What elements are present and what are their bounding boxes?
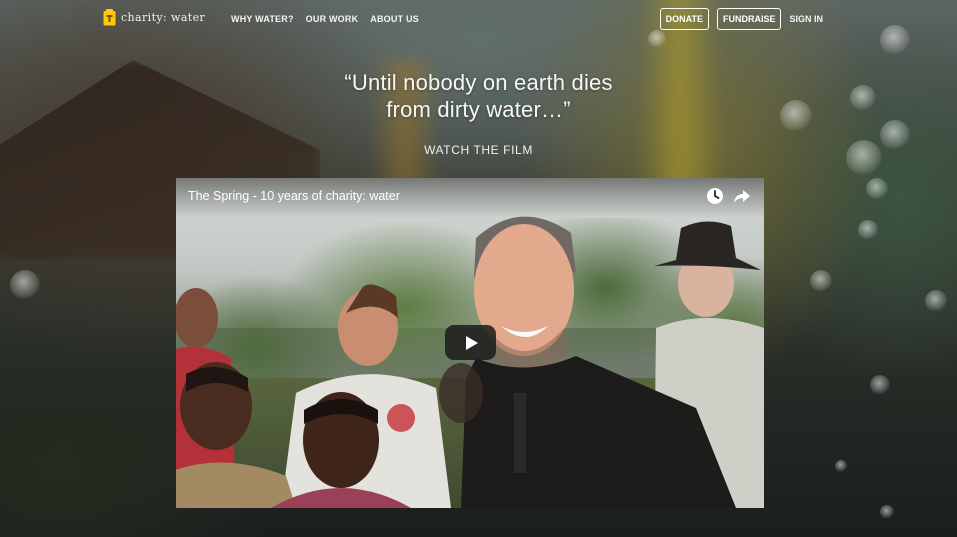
video-title[interactable]: The Spring - 10 years of charity: water [188, 189, 400, 203]
watch-film-link[interactable]: WATCH THE FILM [0, 143, 957, 157]
brand-logo[interactable]: charity: water [103, 9, 205, 26]
brand-name: charity: water [121, 11, 206, 24]
nav-link-about-us[interactable]: ABOUT US [370, 14, 419, 24]
jerry-can-icon [103, 9, 116, 26]
top-navigation: charity: water WHY WATER? OUR WORK ABOUT… [0, 0, 957, 38]
primary-nav: WHY WATER? OUR WORK ABOUT US [231, 14, 419, 24]
share-icon[interactable] [733, 187, 751, 205]
hero-quote-line-2: from dirty water…” [386, 97, 571, 122]
nav-link-why-water[interactable]: WHY WATER? [231, 14, 294, 24]
hero-quote-line-1: “Until nobody on earth dies [344, 70, 613, 95]
play-icon[interactable] [445, 325, 496, 360]
nav-link-our-work[interactable]: OUR WORK [306, 14, 359, 24]
donate-button[interactable]: DONATE [659, 8, 709, 30]
video-player[interactable]: The Spring - 10 years of charity: water [176, 178, 764, 508]
hero-quote: “Until nobody on earth dies from dirty w… [0, 69, 957, 123]
account-nav: DONATE FUNDRAISE SIGN IN [659, 8, 823, 30]
watch-later-icon[interactable] [706, 187, 724, 205]
sign-in-link[interactable]: SIGN IN [789, 14, 823, 24]
fundraise-button[interactable]: FUNDRAISE [716, 8, 782, 30]
